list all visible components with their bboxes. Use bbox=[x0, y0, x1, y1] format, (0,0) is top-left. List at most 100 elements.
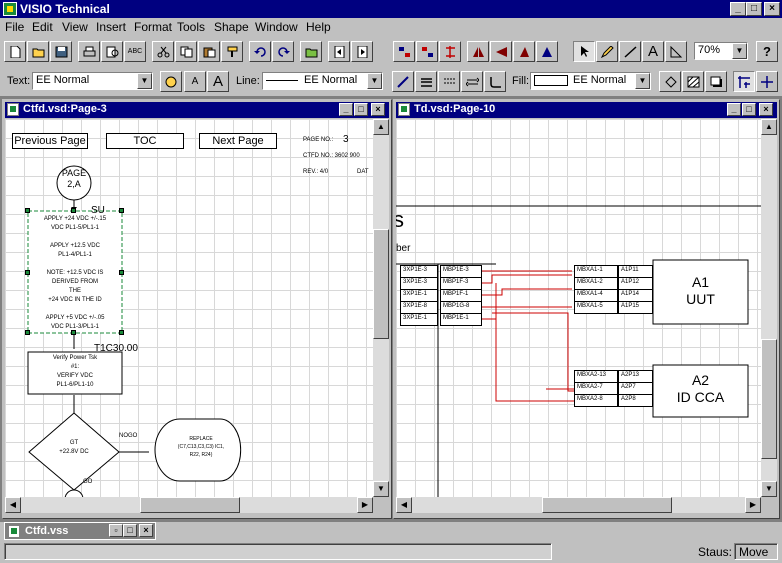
ungroup-icon[interactable] bbox=[416, 41, 438, 62]
scroll-left-icon[interactable]: ◀ bbox=[396, 497, 412, 513]
a1-uut-block[interactable]: A1 UUT bbox=[653, 274, 748, 308]
menu-format[interactable]: Format bbox=[134, 20, 172, 34]
scroll-up-icon[interactable]: ▲ bbox=[373, 119, 389, 135]
maximize-icon[interactable]: □ bbox=[746, 2, 762, 16]
menu-edit[interactable]: Edit bbox=[32, 20, 53, 34]
pointer-tool-icon[interactable] bbox=[573, 41, 595, 62]
scroll-down-icon[interactable]: ▼ bbox=[373, 481, 389, 497]
copy-icon[interactable] bbox=[175, 41, 197, 62]
save-icon[interactable] bbox=[50, 41, 72, 62]
right-window-titlebar[interactable]: Td.vsd:Page-10 _ □ × bbox=[396, 102, 777, 118]
process-block-apply-power[interactable]: APPLY +24 VDC +/-.15 VDC PL1-5/PL1-1 APPL… bbox=[29, 215, 121, 332]
fill-pattern-icon[interactable] bbox=[682, 71, 704, 92]
snap-glue-icon[interactable] bbox=[756, 71, 778, 92]
connection-points-icon[interactable] bbox=[733, 71, 755, 92]
corner-rounding-icon[interactable] bbox=[484, 71, 506, 92]
next-page-icon[interactable] bbox=[351, 41, 373, 62]
a2-id-cca-block[interactable]: A2 ID CCA bbox=[653, 372, 748, 406]
text-block-tool-icon[interactable] bbox=[665, 41, 687, 62]
left-drawing-canvas[interactable]: Previous Page TOC Next Page PAGE NO.: 3 … bbox=[5, 119, 373, 497]
document-icon[interactable] bbox=[7, 103, 19, 116]
pencil-tool-icon[interactable] bbox=[596, 41, 618, 62]
left-close-icon[interactable]: × bbox=[371, 103, 385, 116]
rotate-left-icon[interactable] bbox=[513, 41, 535, 62]
open-icon[interactable] bbox=[27, 41, 49, 62]
stencil-icon[interactable] bbox=[8, 525, 20, 538]
menu-help[interactable]: Help bbox=[306, 20, 331, 34]
scroll-right-icon[interactable]: ▶ bbox=[745, 497, 761, 513]
decrease-font-icon[interactable]: A bbox=[184, 71, 206, 92]
scroll-right-icon[interactable]: ▶ bbox=[357, 497, 373, 513]
left-vertical-scrollbar[interactable]: ▲ ▼ bbox=[373, 119, 389, 497]
zoom-select[interactable]: 70% ▼ bbox=[694, 42, 748, 60]
scroll-left-icon[interactable]: ◀ bbox=[5, 497, 21, 513]
previous-page-icon[interactable] bbox=[328, 41, 350, 62]
print-icon[interactable] bbox=[78, 41, 100, 62]
left-minimize-icon[interactable]: _ bbox=[339, 103, 353, 116]
selection-handle[interactable] bbox=[71, 208, 76, 213]
menu-tools[interactable]: Tools bbox=[177, 20, 205, 34]
scroll-down-icon[interactable]: ▼ bbox=[761, 481, 777, 497]
fill-color-icon[interactable] bbox=[659, 71, 681, 92]
visio-app-icon[interactable] bbox=[3, 2, 17, 16]
rotate-right-icon[interactable] bbox=[536, 41, 558, 62]
line-weight-icon[interactable] bbox=[415, 71, 437, 92]
shadow-icon[interactable] bbox=[705, 71, 727, 92]
decision-block[interactable]: GT +22.8V DC bbox=[44, 439, 104, 457]
right-maximize-icon[interactable]: □ bbox=[742, 103, 756, 116]
text-tool-icon[interactable]: A bbox=[642, 41, 664, 62]
line-style-select[interactable]: EE Normal ▼ bbox=[262, 72, 383, 90]
stencil-maximize-icon[interactable]: □ bbox=[123, 524, 137, 537]
flip-horizontal-icon[interactable] bbox=[467, 41, 489, 62]
replace-terminator[interactable]: REPLACE (C7,C13,C3,C3) IC1, R22, R24) bbox=[161, 435, 241, 459]
minimize-icon[interactable]: _ bbox=[730, 2, 746, 16]
right-minimize-icon[interactable]: _ bbox=[727, 103, 741, 116]
text-style-select[interactable]: EE Normal ▼ bbox=[32, 72, 153, 90]
right-horizontal-scrollbar[interactable]: ◀ ▶ bbox=[396, 497, 761, 513]
cut-icon[interactable] bbox=[152, 41, 174, 62]
scroll-up-icon[interactable]: ▲ bbox=[761, 119, 777, 135]
line-tool-icon[interactable] bbox=[619, 41, 641, 62]
fill-style-select[interactable]: EE Normal ▼ bbox=[530, 72, 651, 90]
flip-vertical-icon[interactable] bbox=[490, 41, 512, 62]
menu-file[interactable]: File bbox=[5, 20, 24, 34]
format-painter-icon[interactable] bbox=[221, 41, 243, 62]
paste-icon[interactable] bbox=[198, 41, 220, 62]
document-icon[interactable] bbox=[398, 103, 410, 116]
group-icon[interactable] bbox=[393, 41, 415, 62]
close-icon[interactable]: × bbox=[764, 2, 780, 16]
scroll-thumb[interactable] bbox=[542, 497, 672, 513]
selection-handle[interactable] bbox=[25, 208, 30, 213]
scroll-thumb[interactable] bbox=[373, 229, 389, 339]
selection-handle[interactable] bbox=[119, 208, 124, 213]
process-block-verify-power[interactable]: Verify Power Tsk #1: VERIFY VDC PL1-6/PL1-1… bbox=[29, 354, 121, 390]
line-pattern-icon[interactable] bbox=[438, 71, 460, 92]
align-icon[interactable] bbox=[439, 41, 461, 62]
spelling-icon[interactable]: ABC bbox=[124, 41, 146, 62]
stencil-open-icon[interactable] bbox=[300, 41, 322, 62]
undo-icon[interactable] bbox=[249, 41, 271, 62]
new-icon[interactable] bbox=[4, 41, 26, 62]
stencil-close-icon[interactable]: × bbox=[139, 524, 153, 537]
increase-font-icon[interactable]: A bbox=[207, 71, 229, 92]
scroll-thumb[interactable] bbox=[140, 497, 240, 513]
stencil-restore-icon[interactable]: ▫ bbox=[109, 524, 123, 537]
left-horizontal-scrollbar[interactable]: ◀ ▶ bbox=[5, 497, 373, 513]
print-preview-icon[interactable] bbox=[101, 41, 123, 62]
right-vertical-scrollbar[interactable]: ▲ ▼ bbox=[761, 119, 777, 497]
help-icon[interactable]: ? bbox=[756, 41, 778, 62]
scroll-thumb[interactable] bbox=[761, 339, 777, 459]
right-close-icon[interactable]: × bbox=[759, 103, 773, 116]
menu-view[interactable]: View bbox=[62, 20, 88, 34]
line-color-icon[interactable] bbox=[392, 71, 414, 92]
right-drawing-canvas[interactable]: s ber 3XP1E-3 3XP1E-3 3XP1E-1 3XP1E-8 3XP1E-… bbox=[396, 119, 761, 497]
menu-shape[interactable]: Shape bbox=[214, 20, 249, 34]
font-color-icon[interactable] bbox=[160, 71, 182, 92]
stencil-window-minimized[interactable]: Ctfd.vss ▫ □ × bbox=[4, 522, 156, 540]
left-maximize-icon[interactable]: □ bbox=[354, 103, 368, 116]
menu-window[interactable]: Window bbox=[255, 20, 298, 34]
menu-insert[interactable]: Insert bbox=[96, 20, 126, 34]
redo-icon[interactable] bbox=[272, 41, 294, 62]
left-window-titlebar[interactable]: Ctfd.vsd:Page-3 _ □ × bbox=[5, 102, 389, 118]
line-ends-icon[interactable] bbox=[461, 71, 483, 92]
